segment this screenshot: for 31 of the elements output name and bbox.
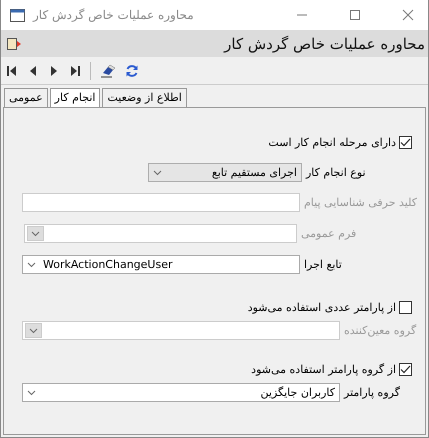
chevron-down-icon[interactable]	[26, 262, 36, 268]
window-title: محاوره عملیات خاص گردش کار	[33, 8, 194, 22]
maximize-icon[interactable]	[349, 9, 361, 21]
checkbox-label: از پارامتر عددی استفاده می‌شود	[248, 301, 396, 314]
eraser-icon[interactable]	[100, 64, 116, 78]
last-record-icon[interactable]	[69, 64, 81, 76]
tab[interactable]: اطلاع از وضعیت	[102, 88, 187, 107]
refresh-icon[interactable]	[125, 64, 139, 78]
dropdown[interactable]: اجرای مستقیم تابع	[148, 163, 302, 182]
checkbox-label: از گروه پارامتر استفاده می‌شود	[251, 363, 396, 376]
first-record-icon[interactable]	[6, 64, 18, 76]
field-label: تابع اجرا	[303, 258, 342, 271]
dropdown[interactable]: کاربران جایگزین	[22, 383, 340, 402]
checkbox[interactable]	[399, 363, 412, 376]
field-label: نوع انجام کار	[304, 166, 366, 179]
field-label: فرم عمومی	[300, 227, 356, 240]
exit-icon[interactable]	[7, 38, 21, 50]
dialog-heading: محاوره عملیات خاص گردش کار	[224, 34, 425, 52]
tab[interactable]: عمومی	[4, 88, 48, 107]
checkbox[interactable]	[399, 136, 412, 149]
chevron-down-icon[interactable]	[152, 170, 162, 176]
field-label: کلید حرفی شناسایی پیام	[303, 196, 417, 209]
close-icon[interactable]	[402, 9, 414, 21]
field-label: گروه پارامتر	[342, 386, 400, 399]
dropdown[interactable]: WorkActionChangeUser	[22, 255, 300, 274]
chevron-down-icon[interactable]	[26, 390, 36, 396]
checkbox-label: دارای مرحله انجام کار است	[268, 136, 396, 149]
field-label: گروه معین‌کننده	[343, 324, 416, 337]
window-icon	[10, 8, 25, 22]
checkbox[interactable]	[399, 301, 412, 314]
tab[interactable]: انجام کار	[50, 88, 100, 107]
